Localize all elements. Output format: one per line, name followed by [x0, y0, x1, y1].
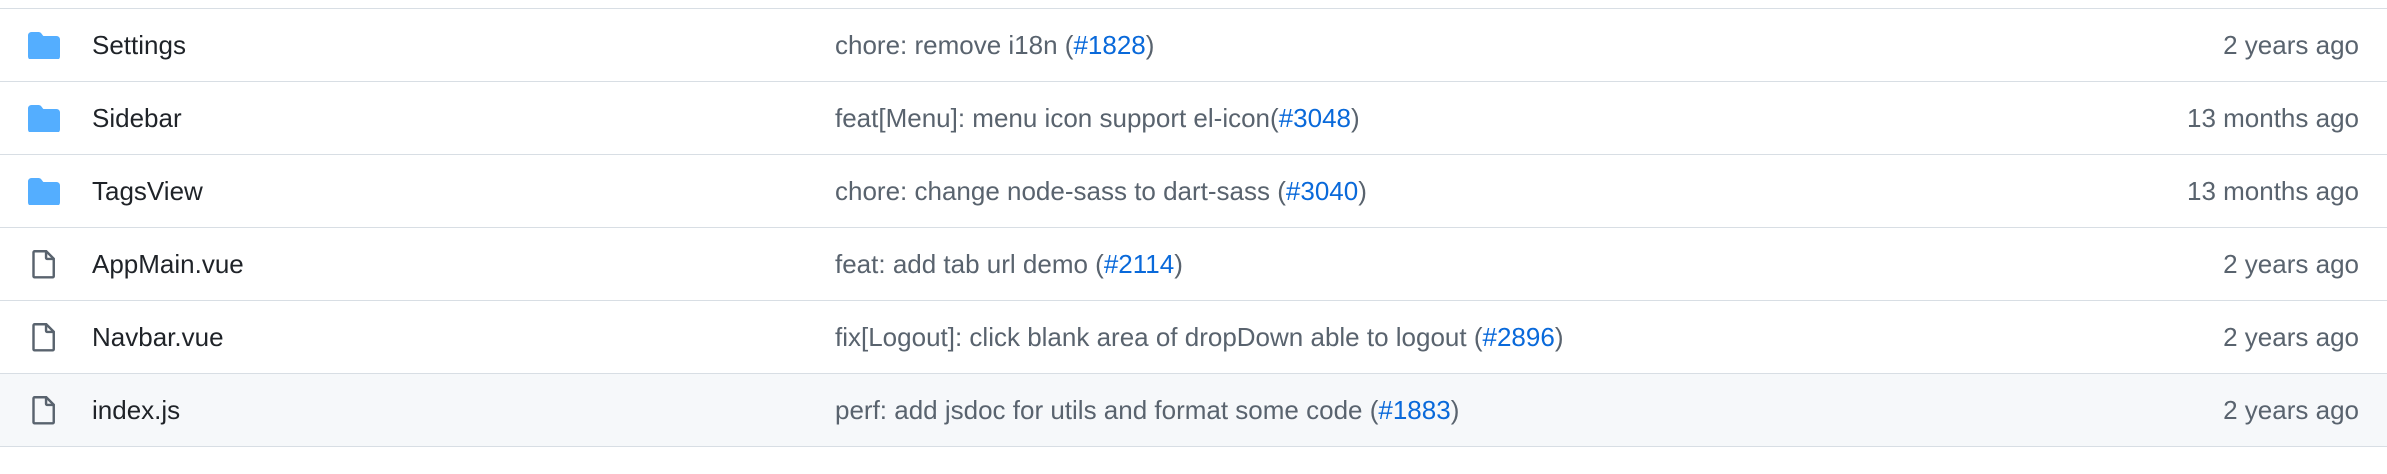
file-row-tagsview[interactable]: TagsView chore: change node-sass to dart… [0, 155, 2387, 228]
commit-age: 2 years ago [2223, 29, 2359, 60]
issue-link[interactable]: #3048 [1279, 103, 1351, 133]
commit-message-suffix[interactable]: ) [1174, 249, 1183, 279]
commit-age: 2 years ago [2223, 248, 2359, 279]
file-name-link[interactable]: Settings [92, 30, 186, 61]
file-icon [27, 393, 61, 427]
commit-message: feat: add tab url demo (#2114) [835, 249, 1183, 280]
file-name-link[interactable]: AppMain.vue [92, 249, 244, 280]
file-row-index[interactable]: index.js perf: add jsdoc for utils and f… [0, 374, 2387, 447]
commit-message-text[interactable]: feat: add tab url demo ( [835, 249, 1104, 279]
commit-message-text[interactable]: perf: add jsdoc for utils and format som… [835, 395, 1378, 425]
commit-age: 13 months ago [2186, 102, 2359, 133]
commit-message-text[interactable]: chore: remove i18n ( [835, 30, 1073, 60]
commit-message: perf: add jsdoc for utils and format som… [835, 395, 1459, 426]
folder-icon [27, 101, 61, 135]
commit-message-text[interactable]: feat[Menu]: menu icon support el-icon( [835, 103, 1279, 133]
file-name-link[interactable]: TagsView [92, 176, 203, 207]
file-row-sidebar[interactable]: Sidebar feat[Menu]: menu icon support el… [0, 82, 2387, 155]
issue-link[interactable]: #1883 [1378, 395, 1450, 425]
folder-icon [27, 28, 61, 62]
file-row-navbar[interactable]: Navbar.vue fix[Logout]: click blank area… [0, 301, 2387, 374]
issue-link[interactable]: #3040 [1286, 176, 1358, 206]
file-icon [27, 247, 61, 281]
commit-age: 2 years ago [2223, 321, 2359, 352]
commit-message-text[interactable]: chore: change node-sass to dart-sass ( [835, 176, 1286, 206]
commit-age: 2 years ago [2223, 394, 2359, 425]
file-name-link[interactable]: Navbar.vue [92, 322, 224, 353]
commit-message-suffix[interactable]: ) [1555, 322, 1564, 352]
commit-message-suffix[interactable]: ) [1451, 395, 1460, 425]
issue-link[interactable]: #2896 [1483, 322, 1555, 352]
commit-age: 13 months ago [2186, 175, 2359, 206]
commit-message: chore: change node-sass to dart-sass (#3… [835, 176, 1367, 207]
commit-message: fix[Logout]: click blank area of dropDow… [835, 322, 1563, 353]
commit-message-suffix[interactable]: ) [1358, 176, 1367, 206]
file-list: Settings chore: remove i18n (#1828) 2 ye… [0, 8, 2387, 474]
file-name-link[interactable]: Sidebar [92, 103, 182, 134]
commit-message: chore: remove i18n (#1828) [835, 30, 1154, 61]
issue-link[interactable]: #1828 [1073, 30, 1145, 60]
file-icon [27, 320, 61, 354]
folder-icon [27, 174, 61, 208]
file-row-settings[interactable]: Settings chore: remove i18n (#1828) 2 ye… [0, 9, 2387, 82]
commit-message-text[interactable]: fix[Logout]: click blank area of dropDow… [835, 322, 1483, 352]
commit-message-suffix[interactable]: ) [1351, 103, 1360, 133]
issue-link[interactable]: #2114 [1104, 249, 1174, 279]
commit-message-suffix[interactable]: ) [1146, 30, 1155, 60]
file-name-link[interactable]: index.js [92, 395, 180, 426]
commit-message: feat[Menu]: menu icon support el-icon(#3… [835, 103, 1360, 134]
file-row-appmain[interactable]: AppMain.vue feat: add tab url demo (#211… [0, 228, 2387, 301]
